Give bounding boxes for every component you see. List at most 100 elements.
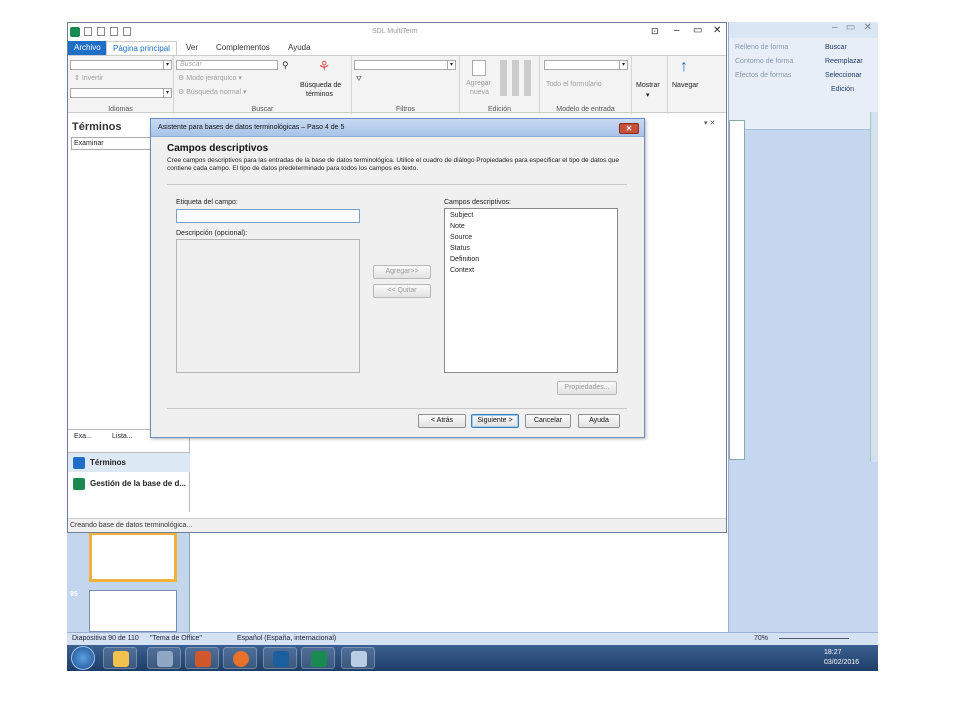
bg-seleccionar[interactable]: Seleccionar [825, 72, 862, 79]
remove-field-button[interactable]: << Quitar [373, 284, 431, 298]
dialog-close-icon[interactable]: ✕ [619, 123, 639, 134]
language[interactable]: Español (España, internacional) [237, 635, 336, 642]
list-item[interactable]: Subject [450, 212, 473, 219]
taskbar: 18:27 03/02/2016 [67, 645, 878, 671]
taskbar-paint[interactable] [341, 647, 375, 669]
thumbnail-number: 95 [70, 591, 78, 598]
nav-item-gestion[interactable]: Gestión de la base de d... [68, 474, 190, 494]
group-modelo: ▾ Todo el formulario Modelo de entrada [540, 56, 632, 114]
busqueda-normal-label: Búsqueda normal [186, 89, 242, 96]
new-file-icon[interactable] [84, 27, 92, 36]
bg-reemplazar[interactable]: Reemplazar [825, 58, 863, 65]
list-item[interactable]: Definition [450, 256, 479, 263]
help-button[interactable]: Ayuda [578, 414, 620, 428]
background-powerpoint-window: – ▭ ✕ Relleno de forma Contorno de forma… [728, 22, 878, 632]
navegar-button[interactable]: Navegar [672, 82, 698, 89]
taskbar-multiterm-2[interactable] [301, 647, 335, 669]
thumbnail-selected[interactable] [89, 532, 177, 582]
zoom-level[interactable]: 70% [754, 635, 768, 642]
list-item[interactable]: Context [450, 267, 474, 274]
bg-buscar[interactable]: Buscar [825, 44, 847, 51]
add-field-button[interactable]: Agregar>> [373, 265, 431, 279]
invert-button[interactable]: ⇕ Invertir [74, 74, 103, 82]
status-bar: Creando base de datos terminológica... [68, 518, 726, 532]
descriptive-fields-list[interactable]: Subject Note Source Status Definition Co… [444, 208, 618, 373]
ribbon-display-icon[interactable]: ⊡ [651, 26, 659, 37]
nav-terminos-label: Términos [90, 458, 127, 467]
thumbnail[interactable] [89, 590, 177, 632]
print-icon[interactable] [123, 27, 131, 36]
navigate-up-icon[interactable]: ↑ [680, 58, 688, 76]
nav-item-terminos[interactable]: Términos [68, 452, 190, 472]
zoom-slider[interactable] [779, 638, 849, 639]
field-label-caption: Etiqueta del campo: [176, 199, 238, 206]
description-textarea[interactable] [176, 239, 360, 373]
tab-lista[interactable]: Lista... [112, 433, 133, 440]
list-item[interactable]: Status [450, 245, 470, 252]
search-input[interactable]: Buscar [176, 60, 278, 70]
bg-item-efectos[interactable]: Efectos de formas [735, 72, 791, 79]
terms-icon [73, 457, 85, 469]
theme-name: "Tema de Office" [150, 635, 202, 642]
mostrar-button[interactable]: Mostrar [636, 82, 660, 89]
maximize-icon[interactable]: ▭ [693, 25, 702, 36]
todo-formulario[interactable]: Todo el formulario [546, 81, 602, 88]
powerpoint-status-bar: Diapositiva 90 de 110 "Tema de Office" E… [67, 632, 878, 645]
busqueda-terminos-label[interactable]: Búsqueda de [300, 82, 341, 89]
wizard-dialog: Asistente para bases de datos terminológ… [150, 118, 645, 438]
list-item[interactable]: Source [450, 234, 472, 241]
terms-panel-title: Términos [72, 121, 122, 133]
modo-jerarquico[interactable]: ⚙ Modo jerárquico ▾ [178, 74, 242, 82]
minimize-icon[interactable]: – [674, 25, 680, 36]
binoculars-icon[interactable]: ⚲ [282, 60, 289, 71]
close-icon[interactable]: ✕ [713, 25, 721, 36]
nueva-label[interactable]: nueva [470, 89, 489, 96]
tab-complementos[interactable]: Complementos [210, 41, 276, 55]
dialog-heading: Campos descriptivos [167, 143, 269, 154]
tab-pagina-principal[interactable]: Página principal [106, 41, 177, 55]
clock-time[interactable]: 18:27 [824, 649, 842, 656]
bg-item-relleno[interactable]: Relleno de forma [735, 44, 788, 51]
back-button[interactable]: < Atrás [418, 414, 466, 428]
list-item[interactable]: Note [450, 223, 465, 230]
busqueda-normal[interactable]: ⚙ Búsqueda normal ▾ [178, 88, 247, 96]
open-file-icon[interactable] [97, 27, 105, 36]
group-buscar: Buscar ⚙ Modo jerárquico ▾ ⚙ Búsqueda no… [174, 56, 352, 114]
cancel-button[interactable]: Cancelar [525, 414, 571, 428]
taskbar-app[interactable] [147, 647, 181, 669]
tab-archivo[interactable]: Archivo [68, 41, 107, 55]
save-icon[interactable] [110, 27, 118, 36]
properties-button[interactable]: Propiedades... [557, 381, 617, 395]
source-language-select[interactable]: ▾ [70, 60, 172, 70]
invert-label: Invertir [81, 75, 104, 82]
taskbar-multiterm-1[interactable] [263, 647, 297, 669]
terminos-label[interactable]: términos [306, 91, 333, 98]
bg-scrollbar[interactable] [870, 112, 878, 462]
term-search-icon[interactable]: ⚘ [314, 58, 334, 76]
bg-edicion-label: Edición [831, 86, 854, 93]
taskbar-powerpoint[interactable] [185, 647, 219, 669]
tab-ayuda[interactable]: Ayuda [282, 41, 317, 55]
taskbar-firefox[interactable] [223, 647, 257, 669]
entry-model-select[interactable]: ▾ [544, 60, 628, 70]
agregar-label[interactable]: Agregar [466, 80, 491, 87]
filter-icon[interactable]: ⛛ [356, 76, 362, 84]
edit-icons[interactable] [500, 60, 536, 96]
group-mostrar: Mostrar ▾ [632, 56, 668, 114]
status-text: Creando base de datos terminológica... [70, 522, 193, 529]
field-label-input[interactable] [176, 209, 360, 223]
description-caption: Descripción (opcional): [176, 230, 248, 237]
tab-examinar[interactable]: Exa... [74, 433, 92, 440]
taskbar-explorer[interactable] [103, 647, 137, 669]
start-button[interactable] [71, 646, 95, 670]
mostrar-arrow[interactable]: ▾ [646, 91, 650, 99]
new-entry-icon[interactable] [472, 60, 486, 76]
next-button[interactable]: Siguiente > [471, 414, 519, 428]
filter-select[interactable]: ▾ [354, 60, 456, 70]
tab-ver[interactable]: Ver [180, 41, 204, 55]
filtros-label: Filtros [395, 106, 416, 113]
pane-pin-close[interactable]: ▾ ✕ [704, 119, 726, 127]
clock-date[interactable]: 03/02/2016 [824, 659, 859, 666]
bg-item-contorno[interactable]: Contorno de forma [735, 58, 793, 65]
target-language-select[interactable]: ▾ [70, 88, 172, 98]
